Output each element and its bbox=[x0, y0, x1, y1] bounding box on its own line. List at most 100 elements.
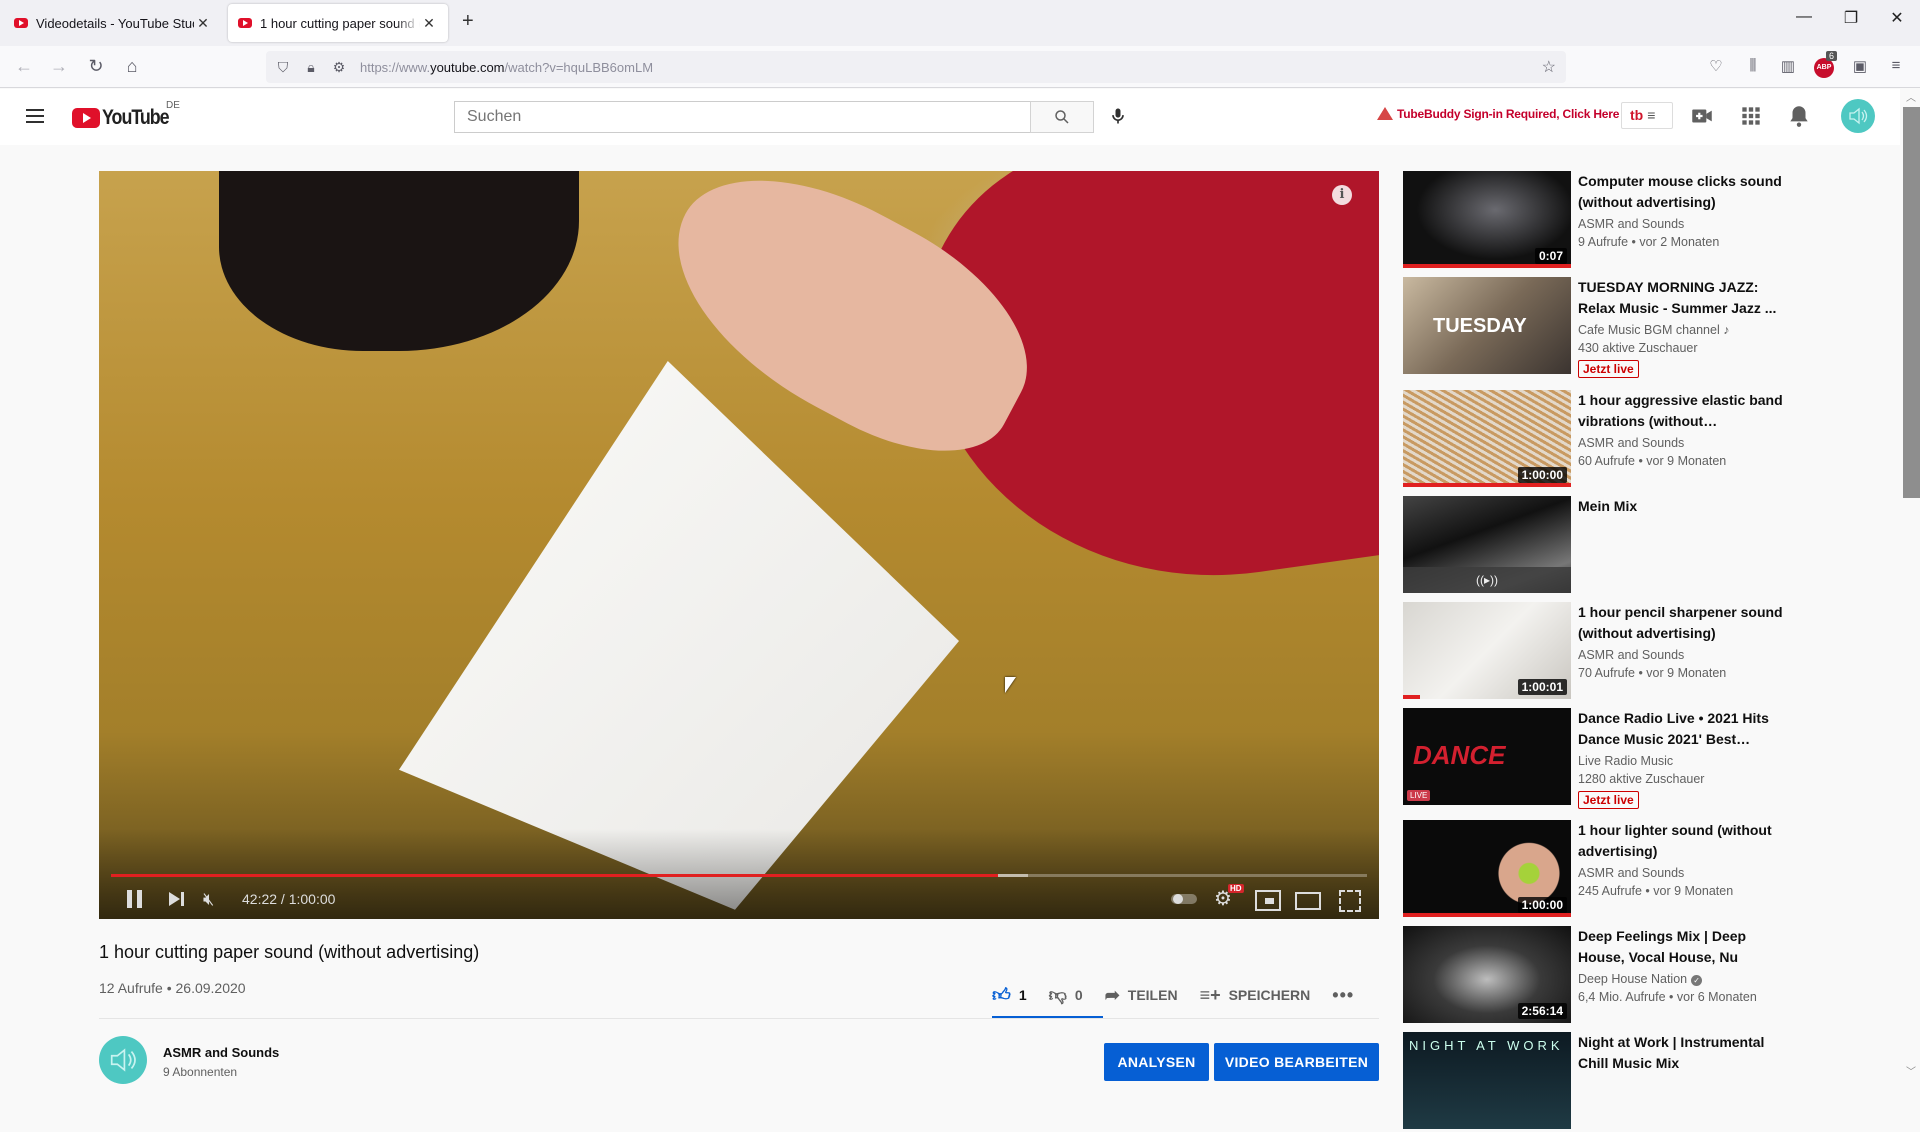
channel-name[interactable]: ASMR and Sounds bbox=[163, 1045, 279, 1060]
thumbnail-text: NIGHT AT WORK bbox=[1409, 1038, 1564, 1053]
pause-button[interactable] bbox=[127, 887, 143, 911]
create-video-icon[interactable] bbox=[1689, 103, 1715, 129]
adblock-plus-icon[interactable]: ABP bbox=[1814, 58, 1834, 78]
rec-title[interactable]: 1 hour lighter sound (without advertisin… bbox=[1578, 820, 1783, 862]
account-avatar[interactable] bbox=[1841, 99, 1875, 133]
video-thumbnail[interactable]: TUESDAY bbox=[1403, 277, 1571, 374]
rec-title[interactable]: Dance Radio Live • 2021 Hits Dance Music… bbox=[1578, 708, 1783, 750]
search-icon bbox=[1055, 110, 1069, 124]
view-count-date: 12 Aufrufe • 26.09.2020 bbox=[99, 980, 246, 996]
video-thumbnail[interactable]: 1:00:00 bbox=[1403, 390, 1571, 487]
sidebar-icon[interactable]: ▥ bbox=[1776, 57, 1800, 77]
home-button[interactable]: ⌂ bbox=[120, 56, 144, 77]
live-now-badge: Jetzt live bbox=[1578, 791, 1639, 809]
reload-button[interactable]: ↻ bbox=[84, 56, 108, 77]
channel-avatar[interactable] bbox=[99, 1036, 147, 1084]
mouse-cursor bbox=[1005, 677, 1016, 693]
theater-mode-button[interactable] bbox=[1295, 887, 1321, 911]
tab-youtube-studio[interactable]: Videodetails - YouTube Studio ✕ bbox=[4, 4, 222, 42]
recommendation-item[interactable]: 0:07 Computer mouse clicks sound (withou… bbox=[1403, 171, 1783, 271]
video-thumbnail[interactable]: ((▸)) bbox=[1403, 496, 1571, 593]
dislike-button[interactable]: 👎︎ 0 bbox=[1049, 984, 1083, 1006]
progress-bar[interactable] bbox=[111, 874, 1367, 877]
recommendation-item[interactable]: NIGHT AT WORK Night at Work | Instrument… bbox=[1403, 1032, 1783, 1132]
tracking-shield-icon[interactable]: ⛉ bbox=[276, 59, 290, 76]
edit-video-button[interactable]: VIDEO BEARBEITEN bbox=[1214, 1043, 1379, 1081]
recommendation-item[interactable]: 1:00:00 1 hour lighter sound (without ad… bbox=[1403, 820, 1783, 920]
recommendation-item[interactable]: TUESDAY TUESDAY MORNING JAZZ: Relax Musi… bbox=[1403, 277, 1783, 378]
microphone-icon[interactable] bbox=[1108, 103, 1128, 129]
close-tab-icon[interactable]: ✕ bbox=[194, 15, 212, 32]
search-input[interactable] bbox=[454, 101, 1030, 133]
next-video-button[interactable] bbox=[169, 887, 185, 911]
autoplay-toggle[interactable] bbox=[1171, 887, 1197, 911]
forward-button[interactable]: → bbox=[47, 56, 71, 77]
video-player[interactable]: i 🔇︎ 42:22 / 1:00:00 ⚙ HD bbox=[99, 171, 1379, 919]
bookmark-star-icon[interactable]: ☆ bbox=[1542, 57, 1556, 77]
rec-channel[interactable]: ASMR and Sounds bbox=[1578, 217, 1684, 231]
rec-title[interactable]: 1 hour pencil sharpener sound (without a… bbox=[1578, 602, 1783, 644]
rec-channel[interactable]: Cafe Music BGM channel ♪ bbox=[1578, 323, 1729, 337]
info-card-icon[interactable]: i bbox=[1332, 185, 1352, 205]
rec-title[interactable]: Mein Mix bbox=[1578, 496, 1783, 517]
app-menu-icon[interactable]: ≡ bbox=[1884, 57, 1908, 77]
video-thumbnail[interactable]: NIGHT AT WORK bbox=[1403, 1032, 1571, 1129]
fullscreen-button[interactable] bbox=[1337, 887, 1363, 912]
like-button[interactable]: 👍︎ 1 bbox=[992, 984, 1027, 1006]
tubebuddy-menu-button[interactable]: tb ≡ bbox=[1621, 102, 1673, 129]
save-button[interactable]: ≡+ SPEICHERN bbox=[1200, 985, 1311, 1006]
scroll-down-icon[interactable]: ﹀ bbox=[1904, 1063, 1918, 1078]
recommendation-item[interactable]: DANCE LIVE Dance Radio Live • 2021 Hits … bbox=[1403, 708, 1783, 809]
video-thumbnail[interactable]: 0:07 bbox=[1403, 171, 1571, 268]
close-tab-icon[interactable]: ✕ bbox=[420, 15, 438, 32]
hd-badge: HD bbox=[1228, 884, 1244, 893]
search-button[interactable] bbox=[1030, 101, 1094, 133]
recommendation-item[interactable]: 2:56:14 Deep Feelings Mix | Deep House, … bbox=[1403, 926, 1783, 1026]
rec-title[interactable]: TUESDAY MORNING JAZZ: Relax Music - Summ… bbox=[1578, 277, 1783, 319]
close-window-button[interactable]: ✕ bbox=[1882, 8, 1912, 28]
rec-channel[interactable]: ASMR and Sounds bbox=[1578, 436, 1684, 450]
rec-channel[interactable]: Live Radio Music bbox=[1578, 754, 1673, 768]
lock-icon[interactable]: 🔒︎ bbox=[304, 59, 318, 76]
recommendation-item[interactable]: 1:00:00 1 hour aggressive elastic band v… bbox=[1403, 390, 1783, 490]
video-thumbnail[interactable]: 1:00:00 bbox=[1403, 820, 1571, 917]
tubebuddy-signin-link[interactable]: TubeBuddy Sign-in Required, Click Here bbox=[1377, 107, 1619, 121]
restore-button[interactable]: ❐ bbox=[1836, 8, 1866, 28]
rec-title[interactable]: 1 hour aggressive elastic band vibration… bbox=[1578, 390, 1783, 432]
rec-channel[interactable]: ASMR and Sounds bbox=[1578, 866, 1684, 880]
video-title: 1 hour cutting paper sound (without adve… bbox=[99, 942, 480, 962]
address-bar[interactable]: ⛉ 🔒︎ ⚙︎ https://www.youtube.com/watch?v=… bbox=[266, 51, 1566, 83]
minimize-button[interactable]: — bbox=[1789, 8, 1819, 26]
progress-scrubber[interactable] bbox=[997, 874, 1028, 877]
video-thumbnail[interactable]: DANCE LIVE bbox=[1403, 708, 1571, 805]
tab-current-video[interactable]: 1 hour cutting paper sound (without adve… bbox=[228, 4, 448, 42]
permissions-icon[interactable]: ⚙︎ bbox=[332, 59, 346, 76]
share-button[interactable]: ➦ TEILEN bbox=[1105, 985, 1178, 1006]
video-thumbnail[interactable]: 2:56:14 bbox=[1403, 926, 1571, 1023]
new-tab-button[interactable]: + bbox=[462, 10, 474, 33]
back-button[interactable]: ← bbox=[12, 56, 36, 77]
notifications-bell-icon[interactable] bbox=[1786, 103, 1812, 129]
pocket-icon[interactable]: ♡ bbox=[1704, 57, 1728, 77]
rec-title[interactable]: Computer mouse clicks sound (without adv… bbox=[1578, 171, 1783, 213]
url-text[interactable]: https://www.youtube.com/watch?v=hquLBB6o… bbox=[360, 60, 653, 75]
video-thumbnail[interactable]: 1:00:01 bbox=[1403, 602, 1571, 699]
muted-volume-icon[interactable]: 🔇︎ bbox=[203, 887, 227, 911]
page-scrollbar[interactable]: ︿ ﹀ bbox=[1900, 89, 1920, 1080]
rec-title[interactable]: Deep Feelings Mix | Deep House, Vocal Ho… bbox=[1578, 926, 1783, 968]
scroll-up-icon[interactable]: ︿ bbox=[1904, 89, 1918, 104]
rec-channel[interactable]: ASMR and Sounds bbox=[1578, 648, 1684, 662]
analytics-button[interactable]: ANALYSEN bbox=[1104, 1043, 1209, 1081]
scrollbar-thumb[interactable] bbox=[1903, 107, 1920, 498]
rec-channel[interactable]: Deep House Nation ✓ bbox=[1578, 972, 1703, 986]
more-actions-icon[interactable]: ••• bbox=[1332, 985, 1354, 1006]
rec-title[interactable]: Night at Work | Instrumental Chill Music… bbox=[1578, 1032, 1783, 1074]
miniplayer-button[interactable] bbox=[1255, 887, 1281, 911]
guide-menu-icon[interactable] bbox=[26, 109, 44, 123]
apps-grid-icon[interactable] bbox=[1738, 103, 1764, 129]
extension-icon[interactable]: ▣ bbox=[1848, 57, 1872, 77]
youtube-logo[interactable]: YouTube DE bbox=[72, 100, 180, 130]
library-icon[interactable]: ⫼ bbox=[1741, 57, 1765, 77]
recommendation-item[interactable]: ((▸)) Mein Mix bbox=[1403, 496, 1783, 596]
recommendation-item[interactable]: 1:00:01 1 hour pencil sharpener sound (w… bbox=[1403, 602, 1783, 702]
